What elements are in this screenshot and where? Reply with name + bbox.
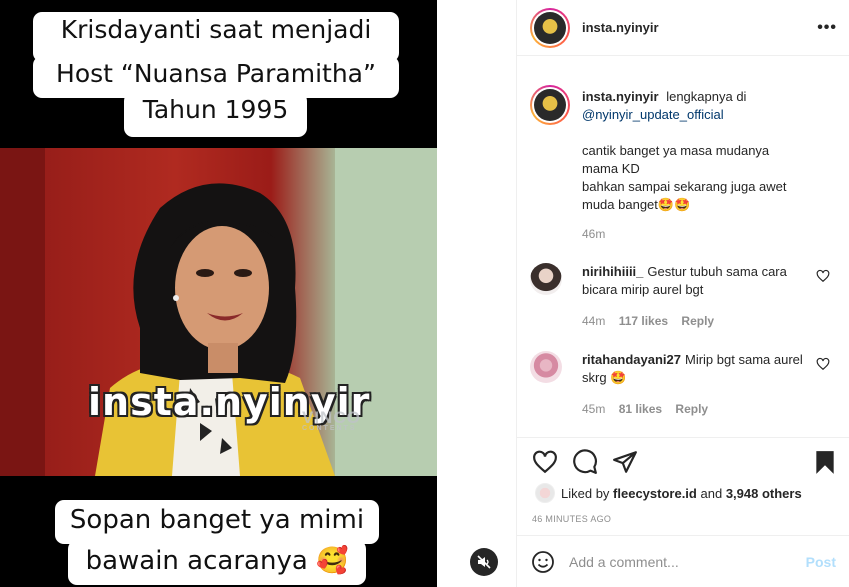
author-avatar[interactable] — [530, 7, 570, 48]
caption-line: bahkan sampai sekarang juga awet — [582, 179, 787, 194]
caption-intro-text: lengkapnya di — [666, 89, 747, 104]
likes-prefix: Liked by — [561, 485, 610, 501]
channel-logo: VINCO CONTENTS — [302, 408, 361, 432]
caption-mention-link[interactable]: @nyinyir_update_official — [582, 107, 724, 122]
like-heart-icon[interactable] — [532, 449, 558, 475]
post-actions: Liked by fleecystore.id and 3,948 others… — [517, 437, 849, 587]
caption-body: insta.nyinyir lengkapnya di @nyinyir_upd… — [582, 88, 814, 214]
comment-body: nirihihiiii_ Gestur tubuh sama cara bicar… — [582, 263, 814, 299]
caption-line: mama KD — [582, 161, 640, 176]
video-frame — [0, 148, 437, 476]
liker-avatar[interactable] — [535, 483, 555, 503]
like-comment-heart-icon[interactable] — [816, 357, 830, 371]
overlay-caption-line-1: Krisdayanti saat menjadi — [33, 12, 399, 62]
commenter-avatar[interactable] — [530, 263, 562, 295]
comment-likes[interactable]: 117 likes — [619, 314, 668, 328]
comment-likes[interactable]: 81 likes — [619, 402, 662, 416]
caption-time: 46m — [582, 227, 606, 241]
post-header: insta.nyinyir ••• — [517, 0, 849, 56]
mute-button[interactable] — [470, 548, 498, 576]
likes-middle: and — [700, 485, 723, 501]
video-player[interactable]: Krisdayanti saat menjadi Host “Nuansa Pa… — [0, 0, 437, 587]
caption-author-avatar[interactable] — [530, 85, 570, 125]
reply-button[interactable]: Reply — [675, 402, 708, 416]
liker-username[interactable]: fleecystore.id — [613, 486, 697, 501]
overlay-caption-bottom-line-2: bawain acaranya 🥰 — [68, 540, 366, 585]
post-comment-button[interactable]: Post — [806, 554, 836, 570]
caption-meta: 46m — [582, 227, 615, 241]
comment-input[interactable] — [569, 554, 806, 570]
overlay-caption-bottom-line-1: Sopan banget ya mimi — [55, 500, 379, 544]
comments-list[interactable]: insta.nyinyir lengkapnya di @nyinyir_upd… — [517, 57, 849, 437]
caption-line: cantik banget ya masa mudanya — [582, 143, 770, 158]
comment-bubble-icon[interactable] — [572, 449, 598, 475]
likes-summary: Liked by fleecystore.id and 3,948 others — [535, 483, 802, 503]
post-timestamp[interactable]: 46 MINUTES AGO — [532, 514, 611, 524]
like-comment-heart-icon[interactable] — [816, 269, 830, 283]
post-details-panel: insta.nyinyir ••• insta.nyinyir lengkapn… — [516, 0, 849, 587]
comment-meta: 44m 117 likes Reply — [582, 314, 724, 328]
save-bookmark-icon[interactable] — [812, 449, 838, 475]
media-area: Krisdayanti saat menjadi Host “Nuansa Pa… — [0, 0, 516, 587]
more-options-icon[interactable]: ••• — [817, 19, 837, 37]
comment-meta: 45m 81 likes Reply — [582, 402, 718, 416]
commenter-avatar[interactable] — [530, 351, 562, 383]
comment-composer: Post — [517, 535, 849, 587]
caption-line: muda banget🤩🤩 — [582, 197, 691, 212]
share-paper-plane-icon[interactable] — [612, 449, 638, 475]
video-scene-image — [0, 148, 437, 476]
likes-others-count[interactable]: 3,948 others — [726, 486, 802, 501]
comment-username[interactable]: ritahandayani27 — [582, 352, 681, 367]
reply-button[interactable]: Reply — [681, 314, 714, 328]
comment-time: 44m — [582, 314, 606, 328]
comment-username[interactable]: nirihihiiii_ — [582, 264, 643, 279]
author-username[interactable]: insta.nyinyir — [582, 20, 817, 35]
emoji-smiley-icon[interactable] — [531, 550, 555, 574]
comment-time: 45m — [582, 402, 606, 416]
caption-username[interactable]: insta.nyinyir — [582, 89, 659, 104]
speaker-muted-icon — [477, 555, 491, 569]
comment-body: ritahandayani27 Mirip bgt sama aurel skrg… — [582, 351, 814, 387]
overlay-caption-line-3: Tahun 1995 — [124, 92, 307, 137]
